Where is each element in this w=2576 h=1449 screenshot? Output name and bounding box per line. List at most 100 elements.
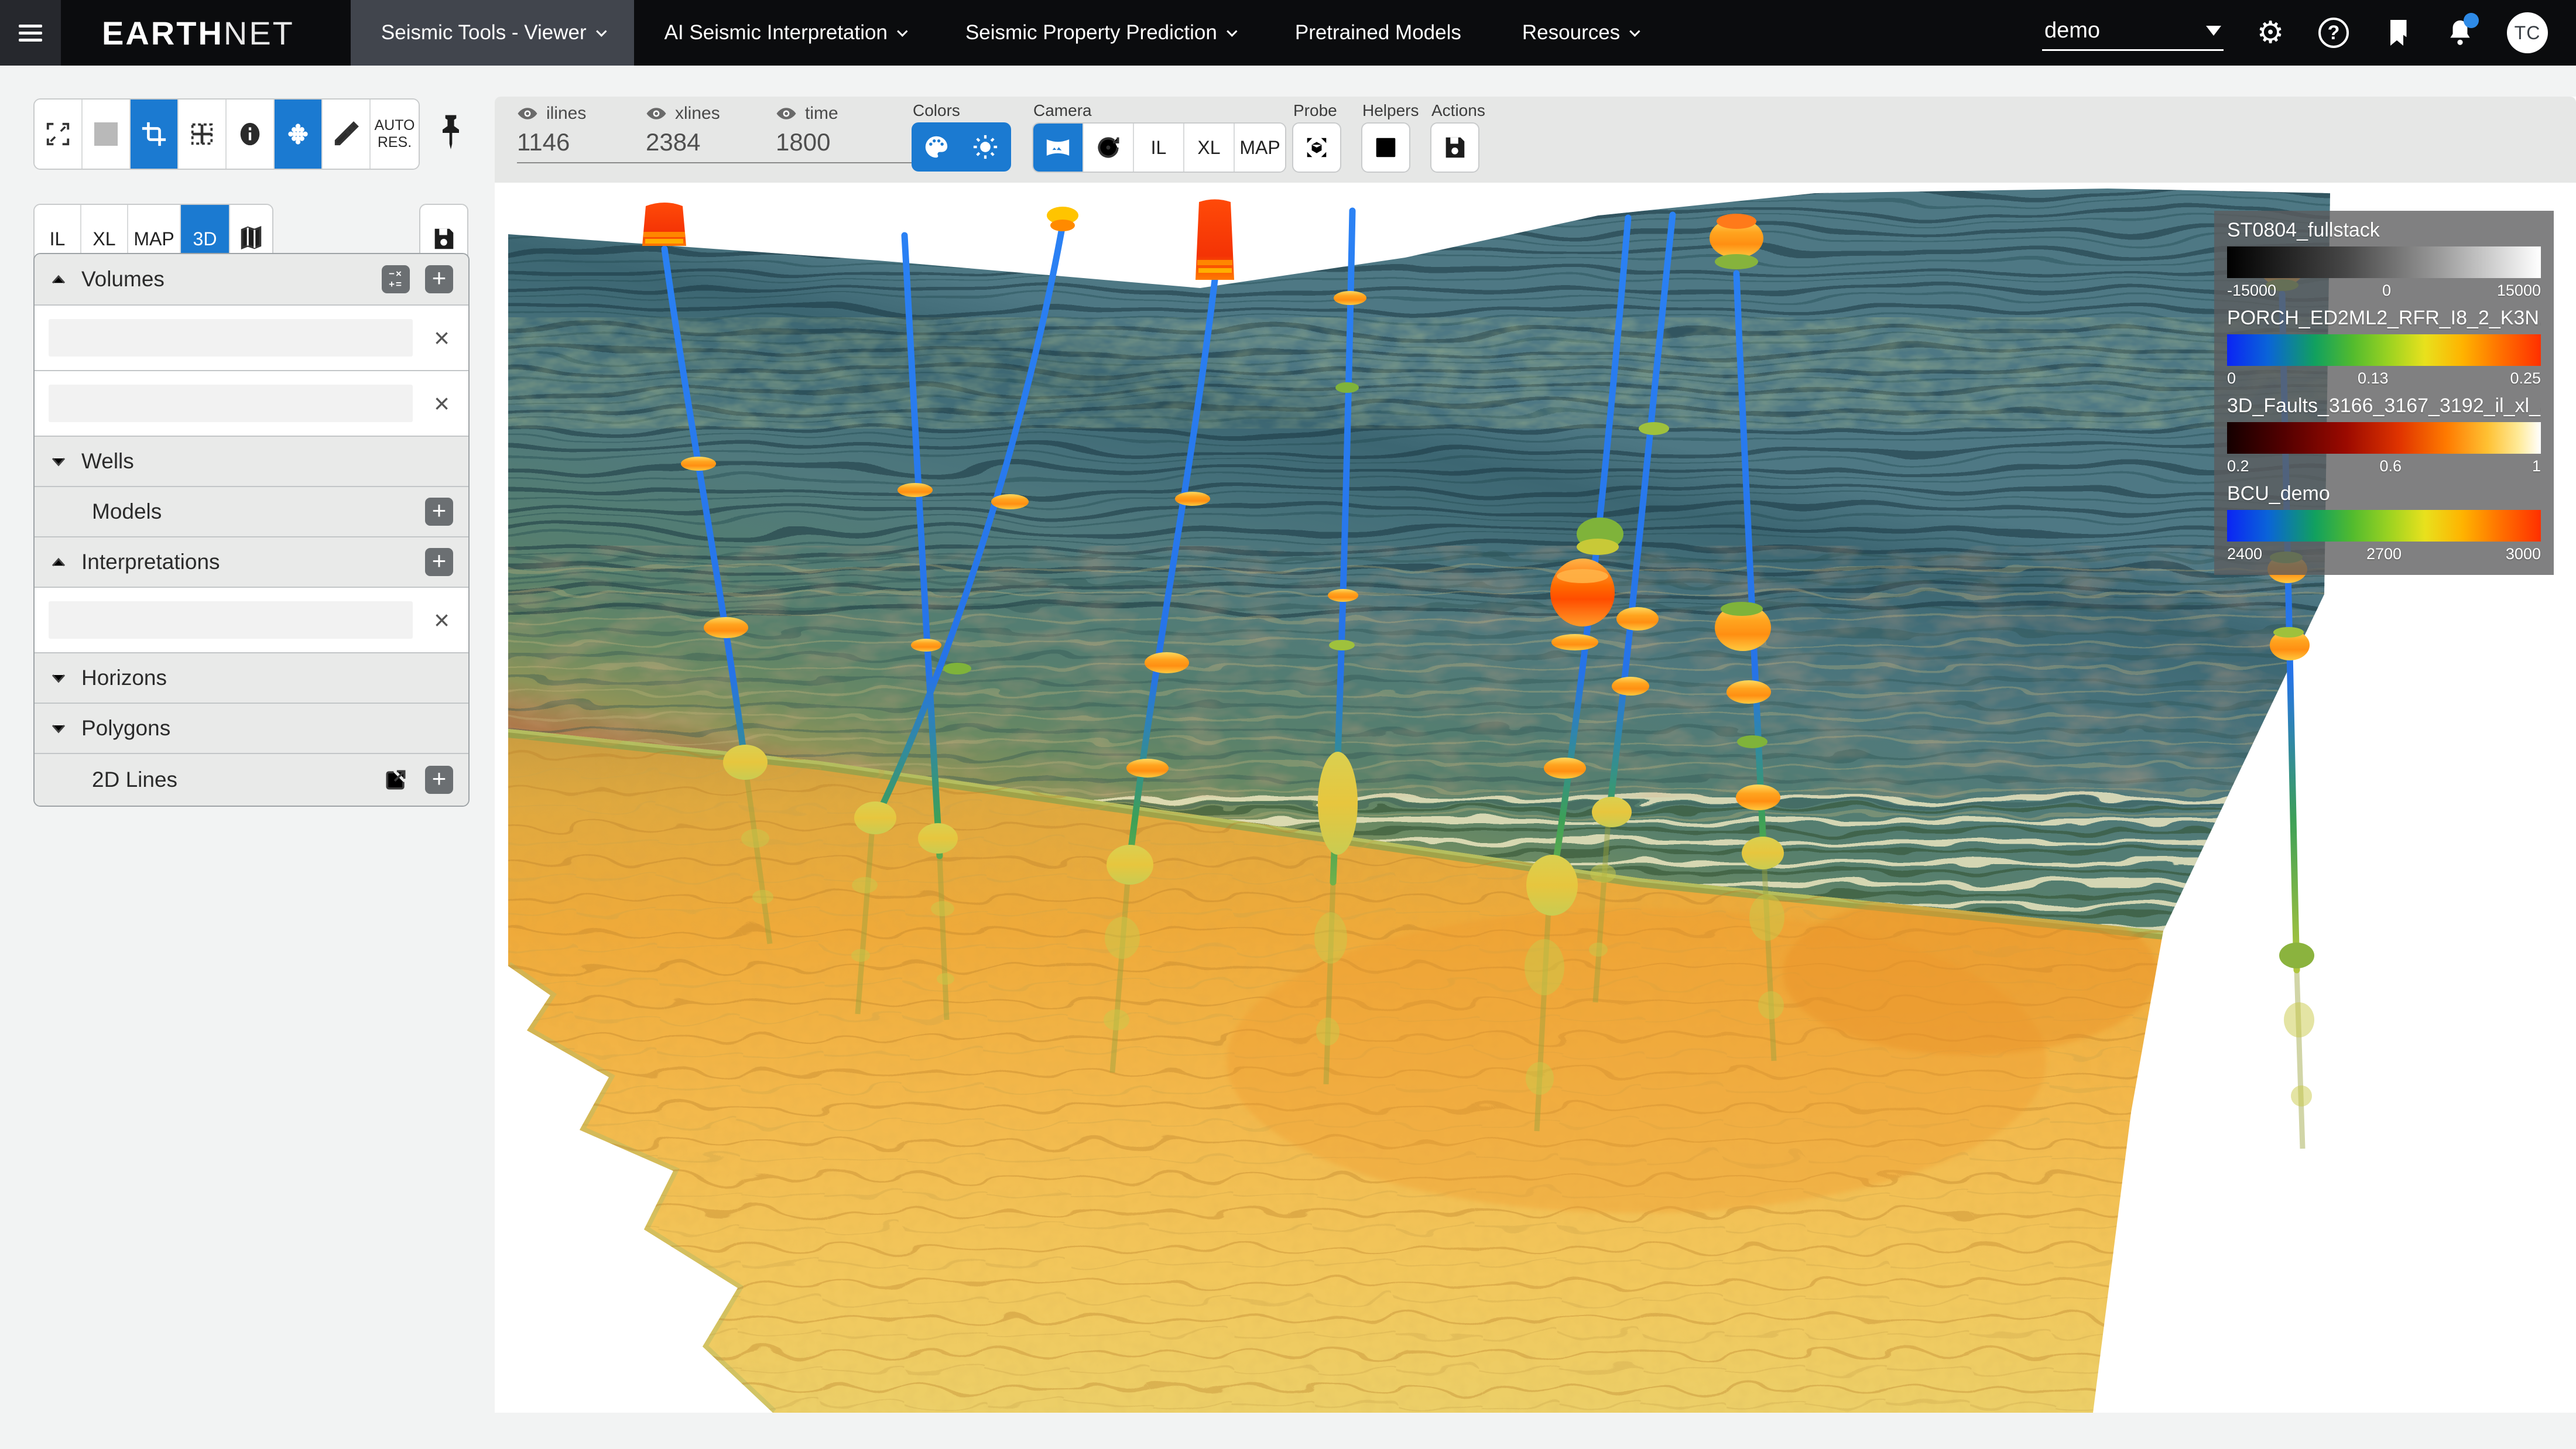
tick-min: 0.2 <box>2227 457 2249 475</box>
camera-perspective-button[interactable] <box>1033 124 1084 172</box>
legend-name: PORCH_ED2ML2_RFR_I8_2_K3N... <box>2227 307 2541 330</box>
info-button[interactable] <box>227 100 275 169</box>
helpers-button[interactable] <box>1361 122 1410 173</box>
legend-entry: ST0804_fullstack -15000 0 15000 <box>2227 219 2541 300</box>
ilines-value[interactable]: 1146 <box>517 128 663 156</box>
fit-view-icon <box>44 121 71 148</box>
menu-seismic-property-prediction[interactable]: Seismic Property Prediction <box>935 0 1265 66</box>
remove-volume-button[interactable]: × <box>429 324 454 351</box>
section-models[interactable]: Models + <box>35 487 468 537</box>
menu-ai-seismic-interpretation[interactable]: AI Seismic Interpretation <box>634 0 935 66</box>
navbar-right: demo ⚙ ? TC <box>2042 0 2576 66</box>
help-button[interactable]: ? <box>2317 16 2350 49</box>
help-icon: ? <box>2318 18 2349 48</box>
volume-row: × <box>35 371 468 437</box>
open-2d-lines-button[interactable] <box>382 766 410 794</box>
pin-panel-button[interactable] <box>434 112 467 153</box>
auto-res-button[interactable]: AUTORES. <box>371 100 419 169</box>
project-select[interactable]: demo <box>2042 15 2224 51</box>
logo-light: NET <box>224 14 294 52</box>
time-label: time <box>805 104 838 124</box>
grid-icon <box>1372 134 1399 161</box>
tick-min: 2400 <box>2227 545 2262 563</box>
volume-math-button[interactable]: −×+= <box>382 265 410 293</box>
section-horizons[interactable]: Horizons <box>35 653 468 704</box>
interpretation-select-input[interactable] <box>49 601 413 639</box>
brightness-button[interactable] <box>961 133 1010 160</box>
add-interpretation-button[interactable]: + <box>425 548 453 576</box>
viewer-panel: ilines 1146 xlines 2384 time 1800 Colors <box>495 97 2576 1413</box>
xlines-value[interactable]: 2384 <box>646 128 792 156</box>
app-logo[interactable]: EARTHNET <box>61 0 351 66</box>
notifications-button[interactable] <box>2444 16 2476 49</box>
swatch-button[interactable] <box>83 100 131 169</box>
docs-button[interactable] <box>2380 16 2413 49</box>
xlines-field: xlines 2384 <box>646 104 792 163</box>
menu-resources[interactable]: Resources <box>1492 0 1667 66</box>
section-interpretations[interactable]: Interpretations + <box>35 537 468 588</box>
settings-button[interactable]: ⚙ <box>2254 16 2287 49</box>
chevron-up-icon <box>50 556 67 568</box>
probe-group-label: Probe <box>1293 101 1337 120</box>
save-scene-button[interactable] <box>1430 122 1479 173</box>
section-2d-lines[interactable]: 2D Lines + <box>35 754 468 806</box>
tick-min: -15000 <box>2227 282 2276 300</box>
gear-icon: ⚙ <box>2257 18 2284 48</box>
palette-button[interactable] <box>912 133 961 160</box>
tick-mid: 2700 <box>2366 545 2402 563</box>
logo-bold: EARTH <box>102 14 224 52</box>
add-model-button[interactable]: + <box>425 498 453 526</box>
project-select-value: demo <box>2044 18 2100 43</box>
ilines-field: ilines 1146 <box>517 104 663 163</box>
fit-view-button[interactable] <box>35 100 83 169</box>
hamburger-menu-button[interactable] <box>0 0 61 66</box>
camera-xl-button[interactable]: XL <box>1184 124 1235 172</box>
camera-group: IL XL MAP <box>1032 122 1286 173</box>
colorbar-grayscale <box>2227 246 2541 278</box>
tick-mid: 0.13 <box>2358 369 2389 388</box>
legend-name: BCU_demo <box>2227 482 2541 505</box>
tick-mid: 0.6 <box>2379 457 2402 475</box>
chevron-down-icon <box>50 672 67 684</box>
remove-interpretation-button[interactable]: × <box>429 607 454 633</box>
volume-select-input[interactable] <box>49 385 413 422</box>
colorbar-legend: ST0804_fullstack -15000 0 15000 PORCH_ED… <box>2214 211 2554 575</box>
probe-button[interactable] <box>1292 122 1341 173</box>
tick-mid: 0 <box>2382 282 2391 300</box>
user-avatar[interactable]: TC <box>2507 12 2548 53</box>
main-menu: Seismic Tools - Viewer AI Seismic Interp… <box>351 0 1667 66</box>
camera-il-button[interactable]: IL <box>1134 124 1184 172</box>
section-polygons[interactable]: Polygons <box>35 704 468 754</box>
tick-max: 1 <box>2532 457 2541 475</box>
chevron-up-icon <box>50 273 67 286</box>
crop-icon <box>141 121 167 148</box>
navbar: EARTHNET Seismic Tools - Viewer AI Seism… <box>0 0 2576 66</box>
remove-volume-button[interactable]: × <box>429 390 454 417</box>
seismic-3d-scene[interactable]: ST0804_fullstack -15000 0 15000 PORCH_ED… <box>495 183 2576 1413</box>
layers-sidebar: Volumes −×+= + × × Wells Models + Interp… <box>33 253 470 807</box>
legend-name: ST0804_fullstack <box>2227 219 2541 242</box>
add-2d-line-button[interactable]: + <box>425 766 453 794</box>
section-wells[interactable]: Wells <box>35 437 468 487</box>
section-volumes[interactable]: Volumes −×+= + <box>35 254 468 306</box>
volume-row: × <box>35 306 468 371</box>
add-volume-button[interactable]: + <box>425 265 453 293</box>
pin-icon <box>434 112 467 153</box>
menu-seismic-tools-viewer[interactable]: Seismic Tools - Viewer <box>351 0 634 66</box>
camera-map-button[interactable]: MAP <box>1235 124 1285 172</box>
palette-icon <box>923 133 950 160</box>
point-cloud-button[interactable] <box>275 100 323 169</box>
legend-entry: 3D_Faults_3166_3167_3192_il_xl_a... 0.2 … <box>2227 395 2541 475</box>
bookmark-icon <box>2384 18 2410 47</box>
crop-button[interactable] <box>131 100 179 169</box>
volume-select-input[interactable] <box>49 319 413 357</box>
camera-reset-rotation-button[interactable] <box>1084 124 1134 172</box>
time-value[interactable]: 1800 <box>776 128 922 156</box>
select-arrow-icon <box>2206 26 2221 36</box>
earthnet-app: EARTHNET Seismic Tools - Viewer AI Seism… <box>0 0 2576 1449</box>
picker-button[interactable] <box>323 100 371 169</box>
menu-pretrained-models[interactable]: Pretrained Models <box>1265 0 1492 66</box>
slice-grid-button[interactable] <box>179 100 227 169</box>
display-toolbar: AUTORES. <box>33 98 420 170</box>
probe-cube-icon <box>1303 134 1330 161</box>
